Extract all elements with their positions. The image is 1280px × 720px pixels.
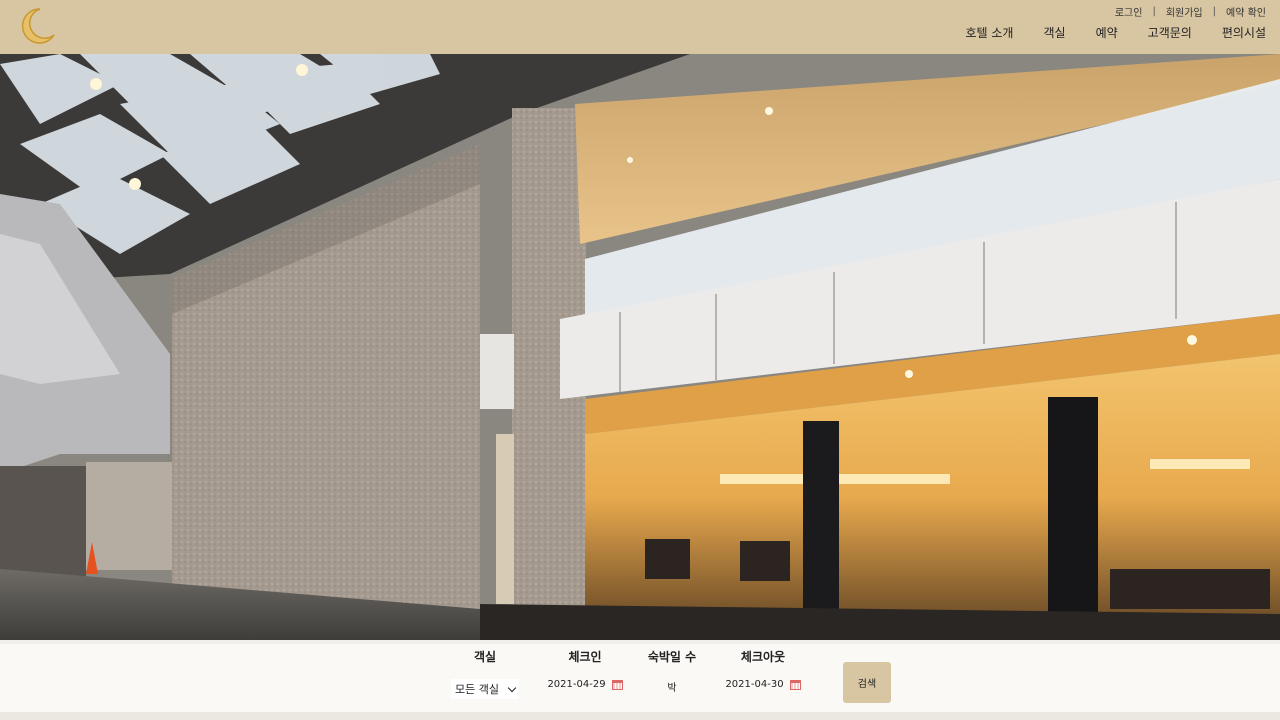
nights-input-wrap: 박 <box>642 679 702 694</box>
main-nav: 호텔 소개 객실 예약 고객문의 편의시설 <box>935 24 1266 41</box>
calendar-icon[interactable] <box>789 679 801 690</box>
divider: | <box>1152 6 1156 17</box>
checkout-label: 체크아웃 <box>740 650 786 664</box>
nights-input[interactable]: 박 <box>667 679 676 694</box>
nights-field: 숙박일 수 박 <box>642 648 702 694</box>
calendar-icon[interactable] <box>611 679 623 690</box>
room-select[interactable]: 모든 객실 <box>451 679 519 699</box>
signup-link[interactable]: 회원가입 <box>1166 4 1203 19</box>
checkin-label: 체크인 <box>568 650 602 664</box>
checkin-date-input[interactable]: 2021-04-29 <box>547 679 605 690</box>
nav-rooms[interactable]: 객실 <box>1043 24 1065 41</box>
utility-links: 로그인 | 회원가입 | 예약 확인 <box>1115 4 1266 19</box>
checkin-field: 체크인 2021-04-29 <box>540 648 630 690</box>
divider: | <box>1212 6 1217 17</box>
footer-strip <box>0 712 1280 720</box>
nights-label: 숙박일 수 <box>647 650 697 664</box>
site-header: 로그인 | 회원가입 | 예약 확인 호텔 소개 객실 예약 고객문의 편의시설 <box>0 0 1280 54</box>
chevron-down-icon <box>507 683 517 692</box>
search-button[interactable]: 검색 <box>843 662 891 703</box>
checkout-field: 체크아웃 2021-04-30 <box>718 648 808 690</box>
checkout-input-wrap: 2021-04-30 <box>718 679 808 690</box>
nav-facilities[interactable]: 편의시설 <box>1222 24 1266 41</box>
booking-search-bar <box>0 640 1280 712</box>
checkin-input-wrap: 2021-04-29 <box>540 679 630 690</box>
nav-customer-inquiry[interactable]: 고객문의 <box>1148 24 1192 41</box>
nav-hotel-intro[interactable]: 호텔 소개 <box>965 24 1013 41</box>
nav-reservation[interactable]: 예약 <box>1096 24 1118 41</box>
room-select-wrap: 모든 객실 <box>440 679 530 699</box>
room-select-value: 모든 객실 <box>455 683 499 696</box>
login-link[interactable]: 로그인 <box>1115 4 1143 19</box>
room-field: 객실 모든 객실 <box>440 648 530 699</box>
hero-image <box>0 54 1280 640</box>
reservation-check-link[interactable]: 예약 확인 <box>1226 4 1266 19</box>
crescent-moon-icon[interactable] <box>16 5 56 45</box>
checkout-date-input[interactable]: 2021-04-30 <box>725 679 783 690</box>
room-label: 객실 <box>473 650 497 664</box>
